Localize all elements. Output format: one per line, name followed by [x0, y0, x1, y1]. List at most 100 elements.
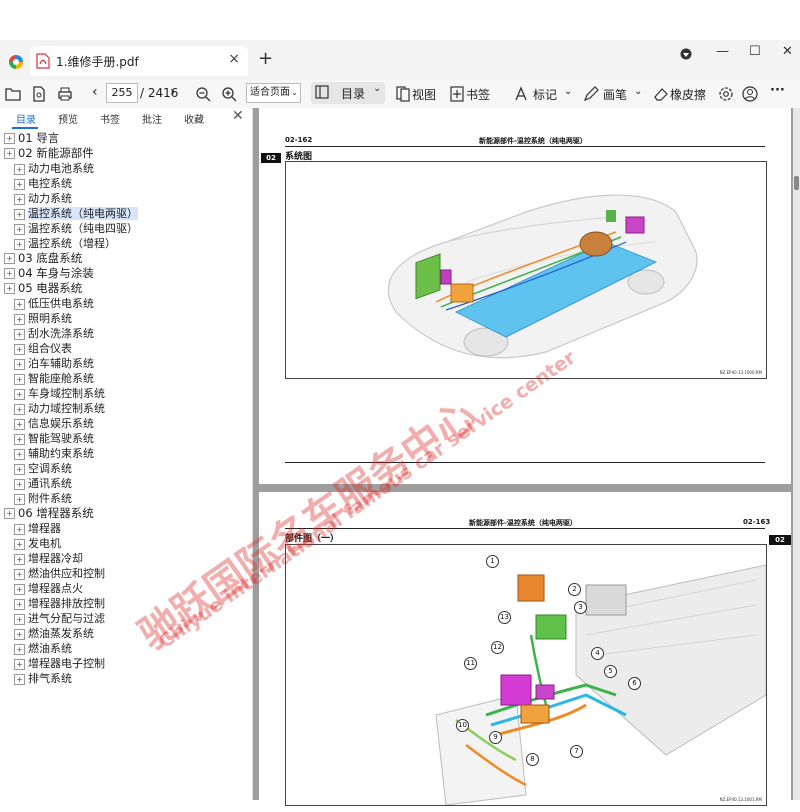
expand-icon[interactable]: +	[14, 328, 25, 340]
toc-item[interactable]: + 温控系统（增程）	[4, 236, 250, 251]
toc-item[interactable]: + 组合仪表	[4, 341, 250, 356]
expand-icon[interactable]: +	[4, 283, 15, 294]
expand-icon[interactable]: +	[14, 343, 25, 355]
expand-icon[interactable]: +	[14, 673, 25, 685]
expand-icon[interactable]: +	[14, 448, 25, 460]
zoom-in-icon[interactable]	[220, 85, 238, 103]
sidebar-close-button[interactable]: ✕	[232, 108, 244, 124]
toc-item[interactable]: + 燃油系统	[4, 641, 250, 656]
expand-icon[interactable]: +	[14, 163, 25, 175]
expand-icon[interactable]: +	[14, 313, 25, 325]
expand-icon[interactable]: +	[14, 538, 25, 550]
toc-item[interactable]: +03 底盘系统	[4, 251, 250, 266]
user-shield-icon[interactable]	[680, 48, 692, 60]
toc-item[interactable]: + 排气系统	[4, 671, 250, 686]
chevron-down-icon[interactable]: ⌄	[634, 86, 642, 97]
next-page-icon[interactable]: ›	[170, 84, 176, 100]
sidebar-tab-preview[interactable]: 预览	[58, 111, 78, 126]
expand-icon[interactable]: +	[14, 463, 25, 475]
bookmark-icon[interactable]	[448, 85, 466, 103]
print-icon[interactable]	[56, 85, 74, 103]
view-button[interactable]: 视图	[412, 86, 436, 103]
expand-icon[interactable]: +	[14, 658, 25, 670]
sidebar-tab-annotations[interactable]: 批注	[142, 111, 162, 126]
maximize-button[interactable]: ☐	[749, 44, 761, 59]
expand-icon[interactable]: +	[14, 178, 25, 190]
toc-item[interactable]: +06 增程器系统	[4, 506, 250, 521]
document-viewer[interactable]: 02-162 新能源部件-温控系统（纯电两驱） 02 系统图 NZ.EP40.1…	[131, 108, 800, 812]
expand-icon[interactable]: +	[14, 193, 25, 205]
settings-icon[interactable]	[717, 85, 735, 103]
view-icon[interactable]	[394, 85, 412, 103]
window-close-button[interactable]: ✕	[782, 44, 793, 59]
toc-item[interactable]: + 低压供电系统	[4, 296, 250, 311]
expand-icon[interactable]: +	[14, 418, 25, 430]
expand-icon[interactable]: +	[14, 583, 25, 595]
toc-item[interactable]: + 温控系统（纯电四驱）	[4, 221, 250, 236]
mark-icon[interactable]	[512, 85, 530, 103]
zoom-select[interactable]: 适合页面 ⌄	[246, 83, 301, 103]
expand-icon[interactable]: +	[14, 388, 25, 400]
expand-icon[interactable]: +	[4, 268, 15, 279]
expand-icon[interactable]: +	[14, 358, 25, 370]
toc-item[interactable]: +04 车身与涂装	[4, 266, 250, 281]
toc-item[interactable]: + 动力系统	[4, 191, 250, 206]
expand-icon[interactable]: +	[4, 253, 15, 264]
chevron-down-icon[interactable]: ⌄	[564, 86, 572, 97]
expand-icon[interactable]: +	[14, 628, 25, 640]
toc-item[interactable]: + 发电机	[4, 536, 250, 551]
toc-item[interactable]: + 信息娱乐系统	[4, 416, 250, 431]
toc-item[interactable]: + 电控系统	[4, 176, 250, 191]
new-tab-button[interactable]: +	[258, 48, 273, 69]
expand-icon[interactable]: +	[14, 238, 25, 250]
sidebar-tab-bookmarks[interactable]: 书签	[100, 111, 120, 126]
expand-icon[interactable]: +	[14, 478, 25, 490]
scrollbar-thumb[interactable]	[794, 176, 799, 190]
toc-item[interactable]: + 车身域控制系统	[4, 386, 250, 401]
toc-item[interactable]: +05 电器系统	[4, 281, 250, 296]
toc-item[interactable]: + 动力域控制系统	[4, 401, 250, 416]
eraser-icon[interactable]	[652, 85, 670, 103]
expand-icon[interactable]: +	[4, 148, 15, 159]
expand-icon[interactable]: +	[4, 133, 15, 144]
document-tab[interactable]: 1.维修手册.pdf ×	[30, 46, 248, 76]
expand-icon[interactable]: +	[14, 523, 25, 535]
toc-item[interactable]: + 空调系统	[4, 461, 250, 476]
expand-icon[interactable]: +	[14, 208, 25, 220]
expand-icon[interactable]: +	[14, 493, 25, 505]
toc-item[interactable]: +02 新能源部件	[4, 146, 250, 161]
toc-item[interactable]: + 动力电池系统	[4, 161, 250, 176]
toc-item[interactable]: + 泊车辅助系统	[4, 356, 250, 371]
expand-icon[interactable]: +	[14, 553, 25, 565]
expand-icon[interactable]: +	[14, 613, 25, 625]
vertical-scrollbar[interactable]	[793, 108, 800, 800]
toc-item[interactable]: + 辅助约束系统	[4, 446, 250, 461]
expand-icon[interactable]: +	[14, 298, 25, 310]
sidebar-tab-favorites[interactable]: 收藏	[184, 111, 204, 126]
save-document-icon[interactable]	[30, 85, 48, 103]
toc-item[interactable]: + 增程器	[4, 521, 250, 536]
toc-button[interactable]: 目录 ⌄	[311, 82, 385, 104]
account-icon[interactable]	[741, 85, 759, 103]
tab-close-button[interactable]: ×	[228, 51, 240, 67]
page-number-input[interactable]: 255	[106, 83, 138, 103]
pen-button[interactable]: 画笔	[603, 86, 627, 103]
toc-item[interactable]: + 智能座舱系统	[4, 371, 250, 386]
expand-icon[interactable]: +	[4, 508, 15, 519]
toc-item[interactable]: + 燃油蒸发系统	[4, 626, 250, 641]
toc-item[interactable]: + 增程器电子控制	[4, 656, 250, 671]
expand-icon[interactable]: +	[14, 598, 25, 610]
toc-item[interactable]: + 刮水洗涤系统	[4, 326, 250, 341]
pen-icon[interactable]	[582, 85, 600, 103]
minimize-button[interactable]: —	[716, 44, 729, 59]
toc-item[interactable]: + 附件系统	[4, 491, 250, 506]
expand-icon[interactable]: +	[14, 568, 25, 580]
expand-icon[interactable]: +	[14, 403, 25, 415]
expand-icon[interactable]: +	[14, 223, 25, 235]
expand-icon[interactable]: +	[14, 433, 25, 445]
bookmark-button[interactable]: 书签	[466, 86, 490, 103]
expand-icon[interactable]: +	[14, 643, 25, 655]
mark-button[interactable]: 标记	[533, 86, 557, 103]
toc-item[interactable]: + 温控系统（纯电两驱）	[4, 206, 250, 221]
more-button[interactable]: ···	[770, 83, 785, 98]
